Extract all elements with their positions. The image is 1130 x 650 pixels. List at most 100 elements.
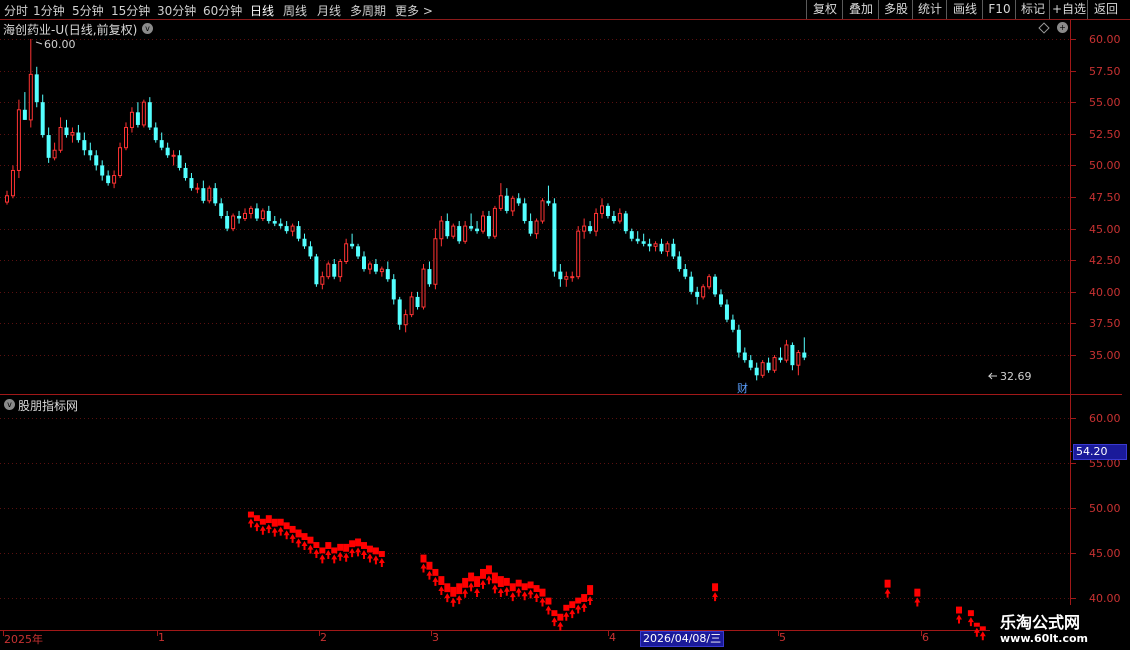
- kline-chart-area[interactable]: [0, 0, 1130, 650]
- signal-box: [973, 622, 980, 627]
- candle-body: [617, 212, 622, 222]
- candle-body: [385, 269, 390, 280]
- candle-body: [427, 269, 432, 285]
- signal-box: [979, 626, 986, 631]
- signal-box: [361, 542, 367, 549]
- signal-box: [301, 533, 308, 541]
- y-tick-label-main: 60.00: [1089, 32, 1121, 46]
- signal-box: [432, 568, 439, 576]
- chevron-down-icon[interactable]: v: [142, 23, 153, 34]
- indicator-chevron-down-icon[interactable]: v: [4, 399, 15, 410]
- signal-up-arrow-icon: [271, 527, 278, 537]
- signal-box: [331, 547, 338, 554]
- signal-box: [515, 579, 522, 587]
- signal-up-arrow-icon: [527, 589, 534, 599]
- candle-body: [629, 231, 634, 239]
- candle-body: [88, 150, 93, 156]
- signal-up-arrow-icon: [366, 553, 373, 563]
- y-tick-label-main: 55.00: [1089, 95, 1121, 109]
- signal-up-arrow-icon: [557, 621, 564, 631]
- candle-body: [707, 276, 712, 288]
- signal-up-arrow-icon: [337, 551, 344, 561]
- candle-body: [141, 101, 146, 126]
- candle-body: [695, 291, 700, 297]
- signal-box: [378, 551, 385, 557]
- signal-box: [575, 597, 582, 604]
- candle-body: [588, 226, 593, 232]
- signal-up-arrow-icon: [361, 549, 367, 559]
- x-label-month-6: 6: [922, 631, 929, 644]
- signal-up-arrow-icon: [497, 587, 504, 597]
- settings-circle-icon[interactable]: +: [1057, 22, 1068, 33]
- signal-box: [914, 588, 921, 597]
- candle-body: [100, 165, 105, 176]
- candle-body: [129, 111, 134, 128]
- signal-up-arrow-icon: [468, 582, 475, 592]
- candle-body: [16, 109, 21, 171]
- signal-up-arrow-icon: [432, 576, 439, 586]
- candle-body: [605, 205, 610, 216]
- candle-body: [397, 299, 402, 325]
- candle-body: [391, 279, 396, 300]
- signal-up-arrow-icon: [289, 533, 296, 543]
- signal-box: [480, 568, 486, 579]
- candle-body: [790, 344, 795, 366]
- financial-report-marker[interactable]: 财: [737, 380, 748, 396]
- y-tick-label-main: 35.00: [1089, 348, 1121, 362]
- candle-body: [124, 126, 128, 149]
- signal-up-arrow-icon: [485, 575, 492, 585]
- candle-body: [433, 238, 438, 285]
- signal-up-arrow-icon: [349, 548, 356, 558]
- signal-up-arrow-icon: [265, 524, 272, 534]
- crosshair-value-label: 54.20: [1073, 444, 1127, 460]
- candle-body: [475, 228, 480, 232]
- candle-body: [403, 314, 408, 326]
- signal-box: [545, 597, 552, 605]
- signal-box: [295, 529, 302, 538]
- y-tick-label-indicator: 40.00: [1089, 591, 1121, 605]
- signal-box: [509, 583, 516, 592]
- signal-box: [343, 543, 350, 552]
- candle-body: [34, 74, 39, 103]
- candle-body: [112, 175, 117, 184]
- signal-up-arrow-icon: [420, 563, 427, 573]
- candle-body: [510, 197, 515, 212]
- candle-body: [504, 195, 509, 211]
- candle-body: [159, 140, 164, 148]
- signal-box: [569, 601, 576, 609]
- signal-up-arrow-icon: [355, 547, 362, 557]
- y-tick-label-indicator: 60.00: [1089, 411, 1121, 425]
- candle-body: [64, 127, 69, 136]
- candle-body: [594, 212, 599, 232]
- signal-up-arrow-icon: [283, 530, 290, 540]
- signal-up-arrow-icon: [325, 549, 332, 559]
- candle-body: [671, 243, 676, 257]
- candle-body: [546, 200, 551, 204]
- signal-box: [277, 518, 284, 526]
- high-price-annotation: 60.00: [44, 38, 76, 51]
- candle-body: [623, 213, 628, 232]
- candle-body: [76, 132, 81, 141]
- watermark-url: www.60lt.com: [1000, 632, 1089, 645]
- candle-body: [796, 352, 801, 366]
- signal-up-arrow-icon: [456, 595, 463, 605]
- candle-body: [219, 203, 224, 216]
- candle-body: [492, 207, 497, 237]
- candle-body: [802, 352, 807, 358]
- candle-body: [576, 230, 581, 278]
- signal-box: [259, 518, 266, 525]
- signal-box: [366, 545, 373, 553]
- signal-box: [551, 610, 558, 617]
- signal-box: [450, 586, 457, 597]
- signal-up-arrow-icon: [581, 602, 588, 612]
- signal-box: [307, 536, 314, 544]
- candle-body: [10, 169, 15, 197]
- signal-up-arrow-icon: [253, 522, 260, 532]
- signal-box: [521, 583, 528, 591]
- signal-box: [967, 610, 974, 617]
- signal-up-arrow-icon: [313, 548, 320, 558]
- candle-body: [379, 268, 384, 273]
- candle-body: [28, 73, 33, 121]
- signal-box: [313, 542, 320, 548]
- signal-up-arrow-icon: [444, 593, 451, 603]
